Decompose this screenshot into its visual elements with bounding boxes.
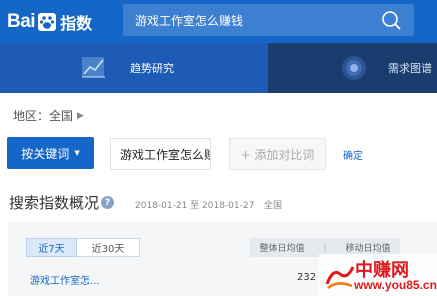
- nav-item-trend-label: 趋势研究: [130, 62, 174, 75]
- keyword-input[interactable]: 游戏工作室怎么赚钱: [110, 138, 211, 170]
- search-box[interactable]: 游戏工作室怎么赚钱: [123, 4, 414, 36]
- search-input[interactable]: 游戏工作室怎么赚钱: [135, 12, 380, 29]
- confirm-link[interactable]: 确定: [343, 147, 363, 162]
- watermark-logo-icon: [325, 266, 355, 289]
- logo-text-zhishu: 指数: [60, 14, 93, 33]
- logo-text-bai: Bai: [7, 11, 36, 32]
- baidu-index-logo[interactable]: Bai 指数: [7, 6, 92, 38]
- search-icon[interactable]: [380, 9, 402, 31]
- nav-item-trend-research[interactable]: 趋势研究: [0, 43, 268, 93]
- main-nav: 趋势研究 需求图谱: [0, 43, 437, 93]
- site-watermark: 中赚网 www.you85.cn: [319, 254, 437, 296]
- period-tabs: 近7天 近30天: [26, 238, 140, 257]
- column-divider: |: [323, 242, 327, 253]
- region-label: 地区：全国: [13, 109, 74, 123]
- help-icon[interactable]: ?: [101, 196, 114, 209]
- add-compare-button[interactable]: + 添加对比词: [229, 138, 326, 170]
- tab-30-days[interactable]: 近30天: [77, 238, 140, 257]
- paw-icon: [38, 13, 57, 31]
- caret-down-icon: ▼: [74, 149, 80, 157]
- table-row-overall-avg: 232: [297, 272, 317, 283]
- keyword-mode-dropdown[interactable]: 按关键词 ▼: [7, 137, 94, 169]
- overview-title: 搜索指数概况: [9, 194, 100, 212]
- demand-graph-icon: [342, 56, 366, 80]
- keyword-mode-label: 按关键词: [21, 146, 70, 161]
- chevron-right-icon: ▶: [77, 110, 84, 121]
- watermark-url: www.you85.cn: [354, 278, 437, 292]
- region-selector[interactable]: 地区：全国 ▶: [13, 107, 84, 124]
- overview-region: 全国: [264, 201, 283, 211]
- col-overall-avg: 整体日均值: [259, 244, 305, 254]
- table-row-keyword[interactable]: 游戏工作室怎...: [30, 272, 100, 287]
- nav-item-demand-label: 需求图谱: [388, 62, 432, 75]
- col-mobile-avg: 移动日均值: [345, 244, 391, 254]
- top-header: Bai 指数 游戏工作室怎么赚钱: [0, 0, 437, 43]
- nav-item-demand-graph[interactable]: 需求图谱: [268, 43, 437, 93]
- date-range: 2018-01-21 至 2018-01-27: [135, 201, 255, 211]
- trend-chart-icon: [82, 57, 105, 78]
- tab-7-days[interactable]: 近7天: [26, 238, 77, 257]
